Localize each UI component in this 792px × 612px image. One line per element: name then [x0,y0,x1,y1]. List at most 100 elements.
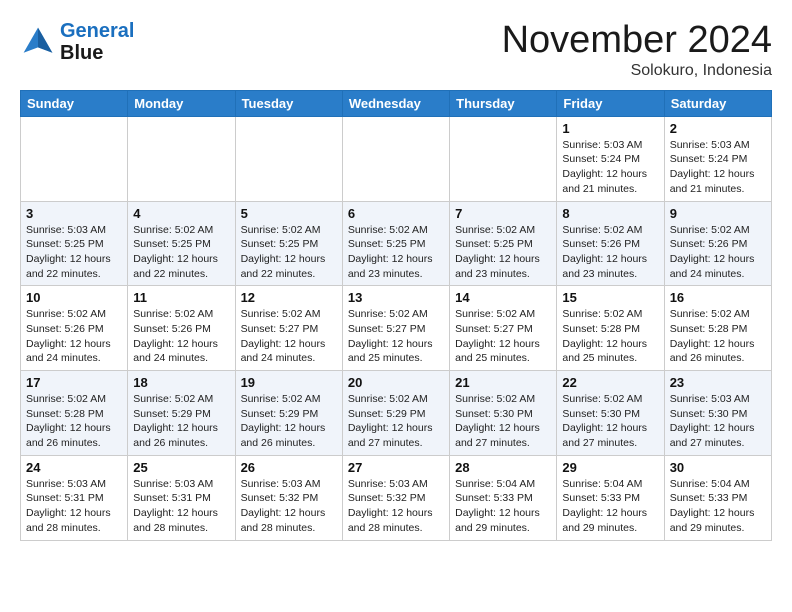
day-number: 8 [562,206,658,221]
day-info: Sunrise: 5:02 AM Sunset: 5:26 PM Dayligh… [670,223,766,282]
calendar-week-row: 3 Sunrise: 5:03 AM Sunset: 5:25 PM Daylig… [21,201,772,286]
day-info: Sunrise: 5:02 AM Sunset: 5:28 PM Dayligh… [26,392,122,451]
day-number: 30 [670,460,766,475]
day-info: Sunrise: 5:02 AM Sunset: 5:25 PM Dayligh… [455,223,551,282]
day-number: 29 [562,460,658,475]
calendar-table: SundayMondayTuesdayWednesdayThursdayFrid… [20,90,772,541]
weekday-header: Sunday [21,90,128,116]
logo-line2: Blue [60,42,134,64]
logo: General Blue [20,20,134,64]
day-number: 12 [241,290,337,305]
logo-line1: General [60,20,134,42]
calendar-cell: 28Sunrise: 5:04 AM Sunset: 5:33 PM Dayli… [450,455,557,540]
day-info: Sunrise: 5:03 AM Sunset: 5:25 PM Dayligh… [26,223,122,282]
day-info: Sunrise: 5:03 AM Sunset: 5:31 PM Dayligh… [26,477,122,536]
day-info: Sunrise: 5:02 AM Sunset: 5:29 PM Dayligh… [348,392,444,451]
day-info: Sunrise: 5:02 AM Sunset: 5:28 PM Dayligh… [562,307,658,366]
day-number: 1 [562,121,658,136]
day-info: Sunrise: 5:02 AM Sunset: 5:30 PM Dayligh… [562,392,658,451]
day-number: 5 [241,206,337,221]
calendar-cell: 13 Sunrise: 5:02 AM Sunset: 5:27 PM Dayli… [342,286,449,371]
calendar-cell: 12 Sunrise: 5:02 AM Sunset: 5:27 PM Dayli… [235,286,342,371]
day-info: Sunrise: 5:02 AM Sunset: 5:28 PM Dayligh… [670,307,766,366]
day-info: Sunrise: 5:02 AM Sunset: 5:29 PM Dayligh… [133,392,229,451]
calendar-cell: 8Sunrise: 5:02 AM Sunset: 5:26 PM Daylig… [557,201,664,286]
day-number: 9 [670,206,766,221]
weekday-header: Monday [128,90,235,116]
day-info: Sunrise: 5:03 AM Sunset: 5:31 PM Dayligh… [133,477,229,536]
day-info: Sunrise: 5:02 AM Sunset: 5:25 PM Dayligh… [241,223,337,282]
calendar-cell [128,116,235,201]
calendar-cell: 29 Sunrise: 5:04 AM Sunset: 5:33 PM Dayli… [557,455,664,540]
location: Solokuro, Indonesia [502,62,772,80]
day-number: 7 [455,206,551,221]
calendar-week-row: 17 Sunrise: 5:02 AM Sunset: 5:28 PM Dayli… [21,371,772,456]
day-number: 25 [133,460,229,475]
calendar-header-row: SundayMondayTuesdayWednesdayThursdayFrid… [21,90,772,116]
calendar-cell: 20 Sunrise: 5:02 AM Sunset: 5:29 PM Dayli… [342,371,449,456]
day-info: Sunrise: 5:03 AM Sunset: 5:24 PM Dayligh… [562,138,658,197]
calendar-cell: 26 Sunrise: 5:03 AM Sunset: 5:32 PM Dayli… [235,455,342,540]
day-info: Sunrise: 5:03 AM Sunset: 5:32 PM Dayligh… [348,477,444,536]
calendar-cell [21,116,128,201]
day-info: Sunrise: 5:03 AM Sunset: 5:32 PM Dayligh… [241,477,337,536]
calendar-cell: 23 Sunrise: 5:03 AM Sunset: 5:30 PM Dayli… [664,371,771,456]
day-info: Sunrise: 5:04 AM Sunset: 5:33 PM Dayligh… [562,477,658,536]
day-info: Sunrise: 5:02 AM Sunset: 5:29 PM Dayligh… [241,392,337,451]
day-number: 23 [670,375,766,390]
day-info: Sunrise: 5:02 AM Sunset: 5:27 PM Dayligh… [455,307,551,366]
day-info: Sunrise: 5:02 AM Sunset: 5:30 PM Dayligh… [455,392,551,451]
logo-icon [20,24,56,60]
day-number: 22 [562,375,658,390]
calendar-cell: 22 Sunrise: 5:02 AM Sunset: 5:30 PM Dayli… [557,371,664,456]
day-number: 6 [348,206,444,221]
day-info: Sunrise: 5:04 AM Sunset: 5:33 PM Dayligh… [670,477,766,536]
calendar-cell [235,116,342,201]
calendar-cell: 10Sunrise: 5:02 AM Sunset: 5:26 PM Dayli… [21,286,128,371]
calendar-week-row: 24Sunrise: 5:03 AM Sunset: 5:31 PM Dayli… [21,455,772,540]
day-number: 20 [348,375,444,390]
calendar-cell: 11 Sunrise: 5:02 AM Sunset: 5:26 PM Dayli… [128,286,235,371]
day-number: 18 [133,375,229,390]
calendar-cell: 9 Sunrise: 5:02 AM Sunset: 5:26 PM Daylig… [664,201,771,286]
day-number: 21 [455,375,551,390]
day-number: 26 [241,460,337,475]
day-number: 16 [670,290,766,305]
calendar-cell: 16 Sunrise: 5:02 AM Sunset: 5:28 PM Dayli… [664,286,771,371]
day-number: 4 [133,206,229,221]
weekday-header: Wednesday [342,90,449,116]
calendar-cell: 4Sunrise: 5:02 AM Sunset: 5:25 PM Daylig… [128,201,235,286]
day-number: 3 [26,206,122,221]
day-number: 17 [26,375,122,390]
calendar-cell: 19Sunrise: 5:02 AM Sunset: 5:29 PM Dayli… [235,371,342,456]
calendar-cell [450,116,557,201]
day-number: 11 [133,290,229,305]
day-number: 27 [348,460,444,475]
calendar-cell: 2Sunrise: 5:03 AM Sunset: 5:24 PM Daylig… [664,116,771,201]
weekday-header: Saturday [664,90,771,116]
day-number: 14 [455,290,551,305]
day-info: Sunrise: 5:04 AM Sunset: 5:33 PM Dayligh… [455,477,551,536]
calendar-cell: 14 Sunrise: 5:02 AM Sunset: 5:27 PM Dayli… [450,286,557,371]
day-number: 13 [348,290,444,305]
calendar-cell: 24Sunrise: 5:03 AM Sunset: 5:31 PM Dayli… [21,455,128,540]
day-info: Sunrise: 5:02 AM Sunset: 5:26 PM Dayligh… [133,307,229,366]
calendar-cell: 6 Sunrise: 5:02 AM Sunset: 5:25 PM Daylig… [342,201,449,286]
day-info: Sunrise: 5:02 AM Sunset: 5:27 PM Dayligh… [241,307,337,366]
day-number: 15 [562,290,658,305]
calendar-cell: 1 Sunrise: 5:03 AM Sunset: 5:24 PM Daylig… [557,116,664,201]
day-info: Sunrise: 5:02 AM Sunset: 5:27 PM Dayligh… [348,307,444,366]
calendar-cell: 5 Sunrise: 5:02 AM Sunset: 5:25 PM Daylig… [235,201,342,286]
calendar-cell: 27 Sunrise: 5:03 AM Sunset: 5:32 PM Dayli… [342,455,449,540]
page: General Blue November 2024 Solokuro, Ind… [0,0,792,561]
calendar-cell: 15 Sunrise: 5:02 AM Sunset: 5:28 PM Dayli… [557,286,664,371]
day-info: Sunrise: 5:03 AM Sunset: 5:30 PM Dayligh… [670,392,766,451]
calendar-cell [342,116,449,201]
calendar-cell: 25 Sunrise: 5:03 AM Sunset: 5:31 PM Dayli… [128,455,235,540]
day-number: 10 [26,290,122,305]
calendar-cell: 30 Sunrise: 5:04 AM Sunset: 5:33 PM Dayli… [664,455,771,540]
calendar-cell: 17 Sunrise: 5:02 AM Sunset: 5:28 PM Dayli… [21,371,128,456]
calendar-week-row: 1 Sunrise: 5:03 AM Sunset: 5:24 PM Daylig… [21,116,772,201]
calendar-cell: 7 Sunrise: 5:02 AM Sunset: 5:25 PM Daylig… [450,201,557,286]
day-info: Sunrise: 5:02 AM Sunset: 5:25 PM Dayligh… [348,223,444,282]
